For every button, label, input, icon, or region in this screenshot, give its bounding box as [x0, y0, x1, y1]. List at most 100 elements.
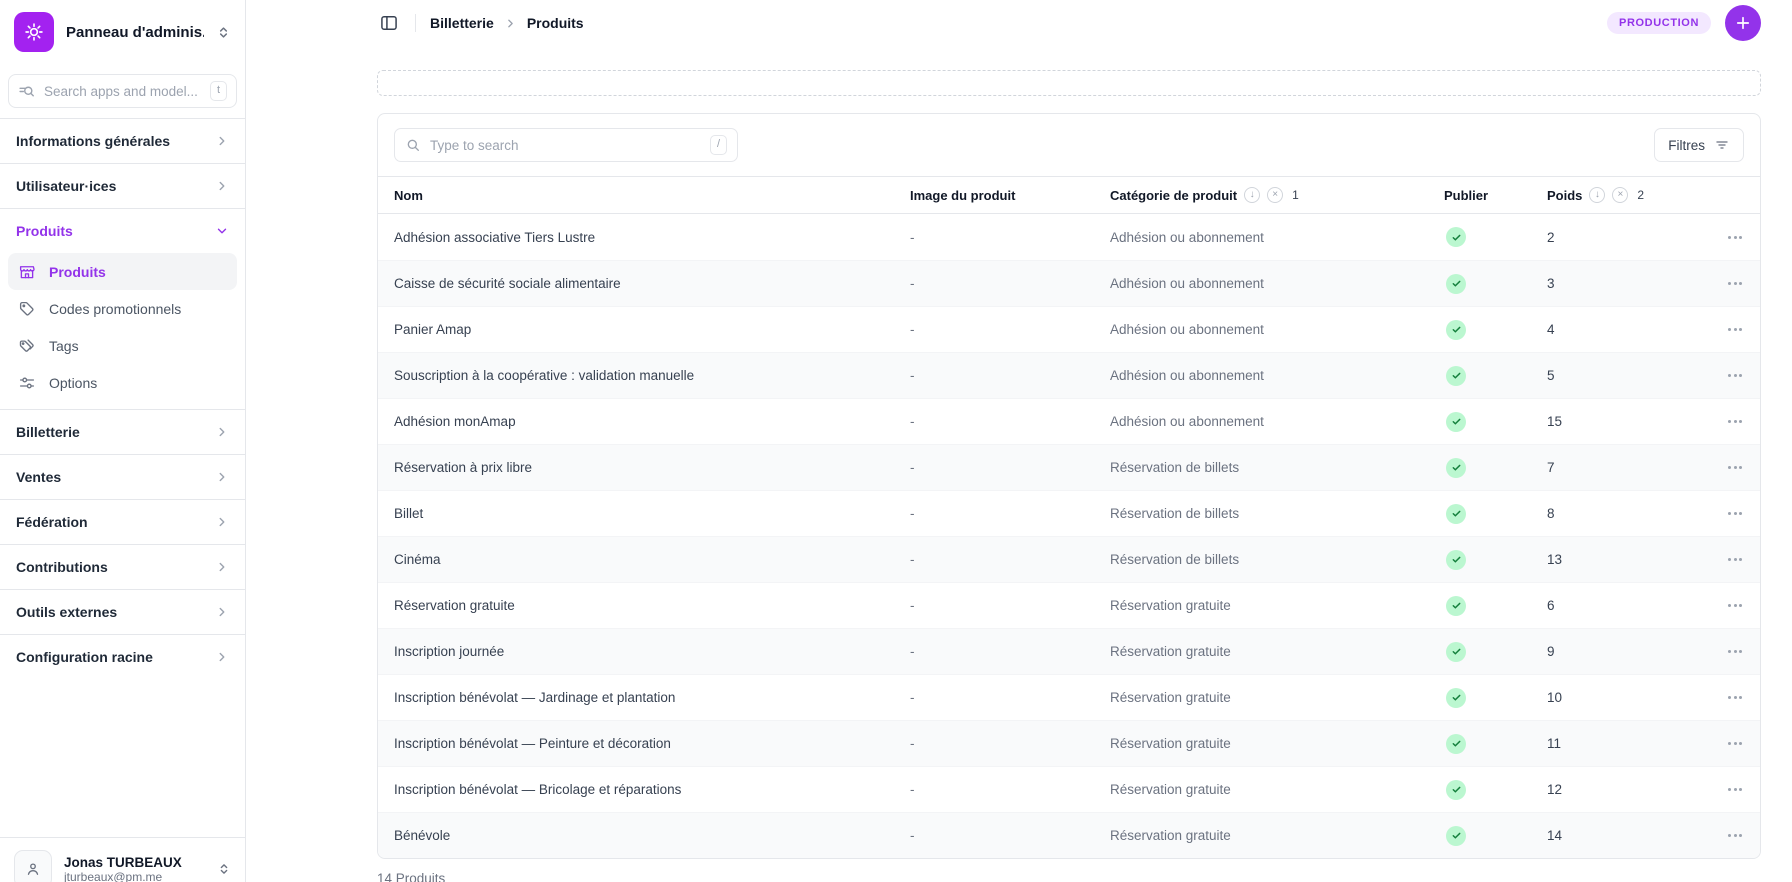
cell-categorie: Réservation de billets	[1110, 506, 1444, 521]
row-actions-button[interactable]	[1726, 414, 1744, 429]
table-row[interactable]: Adhésion associative Tiers Lustre - Adhé…	[378, 214, 1760, 260]
column-header-nom[interactable]: Nom	[394, 188, 910, 203]
cell-image: -	[910, 736, 1110, 751]
person-icon	[24, 860, 42, 878]
table-row[interactable]: Cinéma - Réservation de billets 13	[378, 536, 1760, 582]
cell-publier	[1444, 320, 1547, 340]
sidebar-section-utilisateur-ices[interactable]: Utilisateur·ices	[0, 164, 245, 208]
sidebar-section-outils-externes[interactable]: Outils externes	[0, 590, 245, 634]
column-header-poids[interactable]: Poids ↓ × 2	[1547, 187, 1687, 203]
cell-nom: Inscription bénévolat — Jardinage et pla…	[394, 690, 910, 705]
published-check-icon	[1446, 826, 1466, 846]
table-row[interactable]: Inscription bénévolat — Jardinage et pla…	[378, 674, 1760, 720]
add-product-button[interactable]	[1725, 5, 1761, 41]
cell-image: -	[910, 460, 1110, 475]
cell-nom: Panier Amap	[394, 322, 910, 337]
cell-poids: 5	[1547, 368, 1687, 383]
cell-image: -	[910, 368, 1110, 383]
app-switcher[interactable]: Panneau d'adminis...	[0, 0, 245, 64]
chevron-right-icon	[215, 470, 229, 484]
sort-remove-icon[interactable]: ×	[1267, 187, 1283, 203]
cell-categorie: Réservation de billets	[1110, 460, 1444, 475]
table-row[interactable]: Caisse de sécurité sociale alimentaire -…	[378, 260, 1760, 306]
row-actions-button[interactable]	[1726, 276, 1744, 291]
table-row[interactable]: Réservation gratuite - Réservation gratu…	[378, 582, 1760, 628]
sidebar-section-produits[interactable]: Produits	[0, 209, 245, 253]
sort-remove-icon[interactable]: ×	[1612, 187, 1628, 203]
chevron-right-icon	[215, 605, 229, 619]
chevron-right-icon	[215, 650, 229, 664]
sidebar-section-federation[interactable]: Fédération	[0, 500, 245, 544]
chevron-updown-icon	[217, 862, 231, 876]
table-row[interactable]: Inscription bénévolat — Peinture et déco…	[378, 720, 1760, 766]
published-check-icon	[1446, 227, 1466, 247]
sort-priority: 1	[1292, 188, 1299, 202]
user-email: jturbeaux@pm.me	[64, 870, 205, 882]
row-actions-button[interactable]	[1726, 506, 1744, 521]
cell-publier	[1444, 550, 1547, 570]
published-check-icon	[1446, 642, 1466, 662]
cell-categorie: Réservation gratuite	[1110, 598, 1444, 613]
sidebar-section-contributions[interactable]: Contributions	[0, 545, 245, 589]
sidebar-item-tags[interactable]: Tags	[8, 327, 237, 364]
sidebar-section-configuration-racine[interactable]: Configuration racine	[0, 635, 245, 679]
breadcrumb-billetterie[interactable]: Billetterie	[430, 15, 494, 31]
row-actions-button[interactable]	[1726, 552, 1744, 567]
user-menu[interactable]: Jonas TURBEAUX jturbeaux@pm.me	[0, 837, 245, 882]
cell-publier	[1444, 504, 1547, 524]
sidebar-section-billetterie[interactable]: Billetterie	[0, 410, 245, 454]
user-avatar	[14, 850, 52, 882]
row-actions-button[interactable]	[1726, 644, 1744, 659]
row-actions-button[interactable]	[1726, 828, 1744, 843]
table-row[interactable]: Réservation à prix libre - Réservation d…	[378, 444, 1760, 490]
cell-image: -	[910, 506, 1110, 521]
table-search-input[interactable]: Type to search /	[394, 128, 738, 162]
cell-publier	[1444, 366, 1547, 386]
table-row[interactable]: Inscription bénévolat — Bricolage et rép…	[378, 766, 1760, 812]
table-row[interactable]: Billet - Réservation de billets 8	[378, 490, 1760, 536]
row-actions-button[interactable]	[1726, 368, 1744, 383]
sidebar-section-ventes[interactable]: Ventes	[0, 455, 245, 499]
column-header-publier[interactable]: Publier	[1444, 188, 1547, 203]
sidebar-toggle-button[interactable]	[377, 11, 401, 35]
table-body: Adhésion associative Tiers Lustre - Adhé…	[378, 214, 1760, 858]
sort-priority: 2	[1637, 188, 1644, 202]
sidebar-section-informations-generales[interactable]: Informations générales	[0, 119, 245, 163]
column-header-categorie[interactable]: Catégorie de produit ↓ × 1	[1110, 187, 1444, 203]
cell-poids: 13	[1547, 552, 1687, 567]
table-row[interactable]: Inscription journée - Réservation gratui…	[378, 628, 1760, 674]
cell-categorie: Réservation gratuite	[1110, 828, 1444, 843]
row-actions-button[interactable]	[1726, 460, 1744, 475]
sidebar-item-codes-promotionnels[interactable]: Codes promotionnels	[8, 290, 237, 327]
sidebar-item-options[interactable]: Options	[8, 364, 237, 401]
sort-ascending-icon[interactable]: ↓	[1244, 187, 1260, 203]
row-actions-button[interactable]	[1726, 736, 1744, 751]
row-actions-button[interactable]	[1726, 598, 1744, 613]
chevron-right-icon	[215, 425, 229, 439]
row-actions-button[interactable]	[1726, 782, 1744, 797]
row-actions-button[interactable]	[1726, 690, 1744, 705]
table-row[interactable]: Adhésion monAmap - Adhésion ou abonnemen…	[378, 398, 1760, 444]
cell-image: -	[910, 230, 1110, 245]
cell-image: -	[910, 782, 1110, 797]
table-row[interactable]: Panier Amap - Adhésion ou abonnement 4	[378, 306, 1760, 352]
cell-poids: 7	[1547, 460, 1687, 475]
sidebar-search-input[interactable]: Search apps and model... t	[8, 74, 237, 108]
sidebar-item-produits[interactable]: Produits	[8, 253, 237, 290]
cell-nom: Bénévole	[394, 828, 910, 843]
cell-publier	[1444, 596, 1547, 616]
table-row[interactable]: Bénévole - Réservation gratuite 14	[378, 812, 1760, 858]
chevron-down-icon	[215, 224, 229, 238]
storefront-icon	[18, 263, 36, 281]
cell-publier	[1444, 780, 1547, 800]
row-actions-button[interactable]	[1726, 230, 1744, 245]
column-header-image[interactable]: Image du produit	[910, 188, 1110, 203]
table-row[interactable]: Souscription à la coopérative : validati…	[378, 352, 1760, 398]
breadcrumb: Billetterie Produits	[430, 15, 584, 31]
cell-nom: Réservation à prix libre	[394, 460, 910, 475]
sidebar: Panneau d'adminis... Search apps and mod…	[0, 0, 246, 882]
row-actions-button[interactable]	[1726, 322, 1744, 337]
filters-button[interactable]: Filtres	[1654, 128, 1744, 162]
tag-icon	[18, 300, 36, 318]
sort-ascending-icon[interactable]: ↓	[1589, 187, 1605, 203]
